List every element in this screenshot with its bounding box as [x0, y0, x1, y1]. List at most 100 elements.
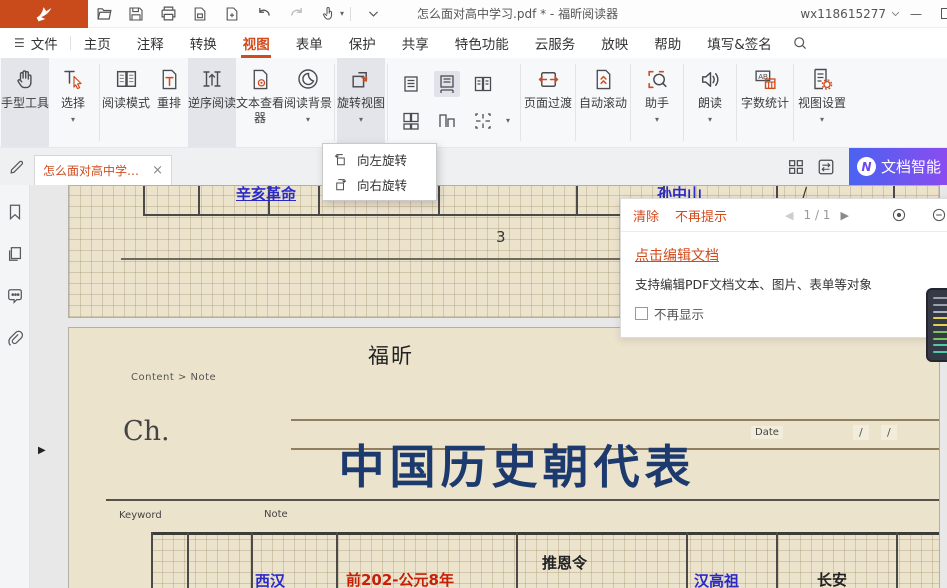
menu-form-label: 表单 — [296, 33, 323, 53]
continuous-page-mode-icon[interactable] — [434, 71, 460, 97]
cell-dynasty: 西汉 — [255, 570, 285, 588]
menu-features[interactable]: 特色功能 — [442, 28, 522, 58]
dont-show-option[interactable]: 不再显示 — [635, 304, 943, 323]
view-settings-caret-icon: ▾ — [820, 115, 824, 124]
clear-button[interactable]: 清除 — [633, 206, 659, 225]
menu-help[interactable]: 帮助 — [641, 28, 694, 58]
switch-tab-button[interactable] — [814, 155, 838, 179]
bookmark-icon[interactable] — [6, 203, 24, 221]
ruled-line — [291, 419, 939, 421]
pager-next-icon[interactable]: ▶ — [840, 209, 848, 222]
hand-tool-button[interactable]: 手型工具 — [1, 58, 49, 147]
redo-icon[interactable] — [285, 3, 307, 25]
menu-file[interactable]: ☰ 文件 — [0, 33, 70, 53]
collapse-icon[interactable] — [931, 207, 947, 223]
user-account[interactable]: wx118615277 — [800, 7, 901, 21]
minimize-button[interactable]: — — [901, 2, 931, 26]
pdf-page-2[interactable]: 福昕 Content > Note Ch. Date / / 中国历史朝代表 K… — [68, 327, 940, 588]
rotate-view-button[interactable]: 旋转视图▾ — [337, 58, 385, 147]
doc-link-revolution[interactable]: 辛亥革命 — [236, 185, 296, 204]
ai-logo-icon: N — [857, 157, 876, 176]
auto-scroll-button[interactable]: 自动滚动 — [578, 58, 628, 147]
split-view-caret-icon[interactable]: ▾ — [506, 116, 510, 125]
separate-cover-mode-icon[interactable] — [434, 108, 460, 134]
open-file-icon[interactable] — [93, 3, 115, 25]
menu-cloud[interactable]: 云服务 — [522, 28, 589, 58]
tab-close-icon[interactable]: × — [152, 163, 163, 178]
menu-fill-sign[interactable]: 填写&签名 — [694, 28, 785, 58]
menu-comment[interactable]: 注释 — [124, 28, 177, 58]
thumbnail-grid-button[interactable] — [784, 155, 808, 179]
ribbon-separator — [334, 64, 335, 141]
page-display-modes: ▾ — [390, 58, 518, 147]
reverse-read-button[interactable]: 逆序阅读 — [188, 58, 236, 147]
comments-icon[interactable] — [6, 287, 24, 305]
undo-icon[interactable] — [253, 3, 275, 25]
target-settings-icon[interactable] — [891, 207, 907, 223]
table-line — [438, 185, 440, 215]
search-button[interactable] — [787, 30, 813, 56]
rotate-left-item[interactable]: 向左旋转 — [323, 147, 436, 172]
expand-panel-arrow[interactable]: ▶ — [38, 445, 46, 456]
menu-convert[interactable]: 转换 — [177, 28, 230, 58]
read-background-button[interactable]: 阅读背景▾ — [284, 58, 332, 147]
cell-founder: 汉高祖 — [694, 570, 739, 588]
ai-assistant-button[interactable]: N 文档智能 — [849, 148, 947, 185]
rotate-right-item[interactable]: 向右旋转 — [323, 172, 436, 197]
touch-mode-icon[interactable] — [317, 3, 339, 25]
edit-document-link[interactable]: 点击编辑文档 — [635, 245, 719, 265]
menu-protect[interactable]: 保护 — [336, 28, 389, 58]
open-book-icon — [114, 65, 139, 93]
read-mode-button[interactable]: 阅读模式 — [102, 58, 150, 147]
view-settings-button[interactable]: 视图设置▾ — [796, 58, 848, 147]
ribbon-separator — [387, 64, 388, 141]
print-icon[interactable] — [157, 3, 179, 25]
page-transition-button[interactable]: 页面过渡 — [523, 58, 573, 147]
document-tab[interactable]: 怎么面对高中学习... × — [34, 155, 172, 185]
floating-side-widget[interactable] — [926, 288, 947, 362]
read-background-caret-icon: ▾ — [306, 115, 310, 124]
reflow-page-icon — [158, 65, 181, 93]
pages-icon[interactable] — [6, 245, 24, 263]
menu-home[interactable]: 主页 — [71, 28, 124, 58]
save-icon[interactable] — [125, 3, 147, 25]
assistant-button[interactable]: 助手▾ — [633, 58, 681, 147]
touch-mode-caret-icon[interactable]: ▾ — [340, 9, 344, 18]
export-page-icon[interactable] — [189, 3, 211, 25]
maximize-button[interactable] — [931, 2, 947, 26]
menu-form[interactable]: 表单 — [283, 28, 336, 58]
pager-prev-icon[interactable]: ◀ — [785, 209, 793, 222]
foxit-logo[interactable] — [0, 0, 88, 28]
keyword-label: Keyword — [119, 510, 162, 521]
moon-circle-icon — [296, 65, 320, 93]
single-page-mode-icon[interactable] — [398, 71, 424, 97]
reflow-button[interactable]: 重排 — [150, 58, 188, 147]
select-button[interactable]: 选择▾ — [49, 58, 97, 147]
menu-view[interactable]: 视图 — [230, 28, 283, 58]
quick-access-chevron-icon[interactable] — [362, 3, 384, 25]
new-page-icon[interactable] — [221, 3, 243, 25]
dont-show-checkbox[interactable] — [635, 307, 648, 320]
cell-period: 前202-公元8年 — [346, 569, 454, 588]
no-remind-button[interactable]: 不再提示 — [675, 206, 727, 225]
table-line — [251, 532, 253, 588]
text-viewer-button[interactable]: 文本查看器 — [236, 58, 284, 147]
facing-page-mode-icon[interactable] — [470, 71, 496, 97]
facing-continuous-mode-icon[interactable] — [398, 108, 424, 134]
menu-present[interactable]: 放映 — [588, 28, 641, 58]
word-count-button[interactable]: AB 字数统计 — [739, 58, 791, 147]
page-number: 3 — [496, 228, 506, 246]
attachment-icon[interactable] — [6, 329, 24, 347]
widget-stripe — [933, 304, 947, 306]
table-line — [686, 532, 688, 588]
annotate-pencil-button[interactable] — [0, 158, 34, 175]
edit-notification-panel: 清除 不再提示 ◀ 1 / 1 ▶ 点击编辑文档 支持编辑PDF文档文本、图片、… — [620, 198, 947, 338]
titlebar-separator — [350, 7, 351, 21]
doc-chapter-label: Ch. — [123, 416, 170, 447]
select-caret-icon: ▾ — [71, 115, 75, 124]
split-view-icon[interactable] — [470, 108, 496, 134]
menu-share[interactable]: 共享 — [389, 28, 442, 58]
read-aloud-button[interactable]: 朗读▾ — [686, 58, 734, 147]
notification-tools — [891, 207, 947, 223]
notification-pager: ◀ 1 / 1 ▶ — [785, 208, 849, 222]
